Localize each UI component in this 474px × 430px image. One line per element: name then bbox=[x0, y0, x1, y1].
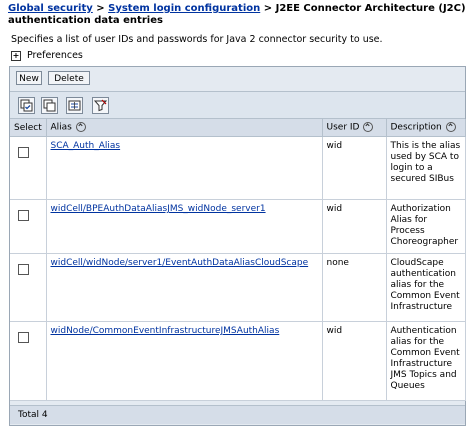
breadcrumb-system-login-link[interactable]: System login configuration bbox=[108, 3, 260, 14]
description-header-label: Description bbox=[390, 122, 442, 133]
alias-link[interactable]: widCell/BPEAuthDataAliasJMS_widNode_serv… bbox=[51, 204, 266, 214]
user-id-column-header[interactable]: User ID bbox=[322, 119, 387, 137]
sort-icon[interactable] bbox=[75, 122, 86, 133]
alias-link[interactable]: widNode/CommonEventInfrastructureJMSAuth… bbox=[51, 326, 280, 336]
sort-icon[interactable] bbox=[445, 122, 456, 133]
user-id-header-label: User ID bbox=[326, 122, 360, 133]
user-id-cell: wid bbox=[322, 136, 387, 200]
alias-cell: SCA_Auth_Alias bbox=[46, 136, 323, 200]
collection-panel: New Delete Select Alias User ID Descript… bbox=[9, 66, 466, 426]
user-id-cell: none bbox=[322, 253, 387, 322]
breadcrumb: Global security > System login configura… bbox=[8, 3, 468, 27]
alias-cell: widCell/widNode/server1/EventAuthDataAli… bbox=[46, 253, 323, 322]
alias-cell: widNode/CommonEventInfrastructureJMSAuth… bbox=[46, 321, 323, 401]
select-all-icon[interactable] bbox=[18, 97, 35, 114]
new-button[interactable]: New bbox=[16, 71, 42, 85]
table-row: SCA_Auth_Alias wid This is the alias use… bbox=[10, 136, 466, 200]
table-header-row: Select Alias User ID Description bbox=[10, 119, 466, 137]
row-checkbox[interactable] bbox=[18, 147, 29, 158]
select-cell bbox=[10, 321, 47, 401]
select-cell bbox=[10, 199, 47, 254]
table-row: widCell/widNode/server1/EventAuthDataAli… bbox=[10, 253, 466, 322]
alias-cell: widCell/BPEAuthDataAliasJMS_widNode_serv… bbox=[46, 199, 323, 254]
icon-toolbar bbox=[10, 92, 465, 119]
select-cell bbox=[10, 136, 47, 200]
deselect-all-icon[interactable] bbox=[41, 97, 58, 114]
button-bar: New Delete bbox=[10, 67, 465, 92]
user-id-cell: wid bbox=[322, 199, 387, 254]
page-description: Specifies a list of user IDs and passwor… bbox=[11, 34, 383, 45]
expand-icon: + bbox=[11, 50, 21, 61]
total-count: Total 4 bbox=[10, 405, 465, 424]
description-cell: Authorization Alias for Process Choreogr… bbox=[386, 199, 466, 254]
table-row: widNode/CommonEventInfrastructureJMSAuth… bbox=[10, 321, 466, 401]
description-cell: Authentication alias for the Common Even… bbox=[386, 321, 466, 401]
preferences-label: Preferences bbox=[27, 50, 83, 61]
description-column-header[interactable]: Description bbox=[386, 119, 466, 137]
row-checkbox[interactable] bbox=[18, 264, 29, 275]
clear-filter-icon[interactable] bbox=[92, 97, 109, 114]
auth-data-table: Select Alias User ID Description SCA_Aut… bbox=[10, 119, 466, 401]
alias-column-header[interactable]: Alias bbox=[46, 119, 323, 137]
description-cell: CloudScape authentication alias for the … bbox=[386, 253, 466, 322]
row-checkbox[interactable] bbox=[18, 210, 29, 221]
sort-icon[interactable] bbox=[363, 122, 374, 133]
select-cell bbox=[10, 253, 47, 322]
select-column-header: Select bbox=[10, 119, 47, 137]
breadcrumb-global-security-link[interactable]: Global security bbox=[8, 3, 93, 14]
show-filter-icon[interactable] bbox=[66, 97, 83, 114]
table-row: widCell/BPEAuthDataAliasJMS_widNode_serv… bbox=[10, 199, 466, 254]
alias-link[interactable]: SCA_Auth_Alias bbox=[51, 141, 121, 151]
preferences-toggle[interactable]: + Preferences bbox=[11, 50, 83, 61]
delete-button[interactable]: Delete bbox=[48, 71, 90, 85]
alias-header-label: Alias bbox=[50, 122, 72, 133]
user-id-cell: wid bbox=[322, 321, 387, 401]
alias-link[interactable]: widCell/widNode/server1/EventAuthDataAli… bbox=[51, 258, 309, 268]
row-checkbox[interactable] bbox=[18, 332, 29, 343]
description-cell: This is the alias used by SCA to login t… bbox=[386, 136, 466, 200]
breadcrumb-separator: > bbox=[263, 3, 273, 14]
breadcrumb-separator: > bbox=[96, 3, 105, 14]
